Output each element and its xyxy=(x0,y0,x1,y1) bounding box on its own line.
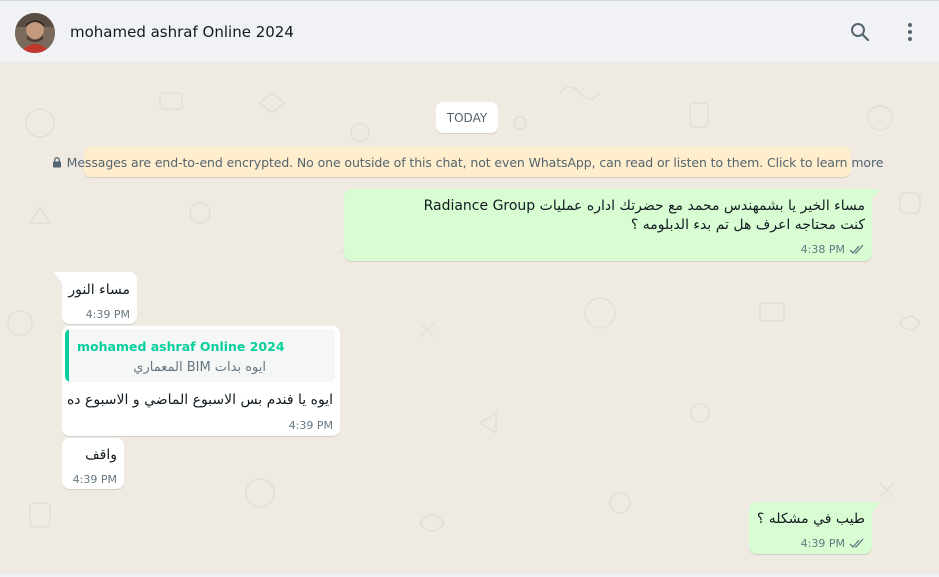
message-text: مساء الخير يا بشمهندس محمد مع حضرتك ادار… xyxy=(423,198,865,214)
message-text: طيب في مشكله ؟ xyxy=(756,511,865,527)
bubble-tail xyxy=(872,502,880,513)
date-divider: TODAY xyxy=(436,102,498,133)
quote-accent-bar xyxy=(65,329,69,382)
message-time: 4:39 PM xyxy=(288,419,333,432)
contact-name[interactable]: mohamed ashraf Online 2024 xyxy=(70,23,294,41)
message-bubble-incoming[interactable]: واقف 4:39 PM xyxy=(62,438,124,489)
double-check-icon xyxy=(849,244,865,255)
message-meta: 4:39 PM xyxy=(86,308,130,321)
message-text: مساء النور xyxy=(68,282,130,298)
chat-window: mohamed ashraf Online 2024 TODAY Message… xyxy=(0,0,939,577)
bubble-tail xyxy=(54,272,62,283)
menu-button[interactable] xyxy=(896,18,924,46)
message-text: ايوه يا فندم بس الاسبوع الماضي و الاسبوع… xyxy=(66,392,333,408)
message-bubble-outgoing[interactable]: طيب في مشكله ؟ 4:39 PM xyxy=(749,502,880,554)
message-meta: 4:38 PM xyxy=(801,243,865,256)
encryption-notice-text: Messages are end-to-end encrypted. No on… xyxy=(66,154,884,170)
message-time: 4:39 PM xyxy=(85,308,130,321)
message-text: واقف xyxy=(85,447,117,463)
chat-wallpaper xyxy=(7,86,921,532)
more-vertical-icon xyxy=(908,23,912,41)
quoted-author: mohamed ashraf Online 2024 xyxy=(77,339,285,354)
bubble-tail xyxy=(872,189,880,200)
avatar[interactable] xyxy=(15,13,55,53)
message-time: 4:38 PM xyxy=(800,243,845,256)
message-bubble-incoming[interactable]: مساء النور 4:39 PM xyxy=(54,272,137,324)
message-time: 4:39 PM xyxy=(800,537,845,550)
message-bubble-outgoing[interactable]: مساء الخير يا بشمهندس محمد مع حضرتك ادار… xyxy=(344,189,880,261)
chat-header: mohamed ashraf Online 2024 xyxy=(0,0,939,63)
search-icon xyxy=(851,23,870,42)
lock-icon xyxy=(52,156,62,168)
message-meta: 4:39 PM xyxy=(73,473,117,486)
quoted-message[interactable]: mohamed ashraf Online 2024 ايوه بدات BIM… xyxy=(65,329,335,382)
double-check-icon xyxy=(849,538,865,549)
message-text: كنت محتاجه اعرف هل تم بدء الدبلومه ؟ xyxy=(630,217,865,233)
message-meta: 4:39 PM xyxy=(801,537,865,550)
message-bubble-incoming-reply[interactable]: mohamed ashraf Online 2024 ايوه بدات BIM… xyxy=(62,326,340,436)
quoted-text: ايوه بدات BIM المعماري xyxy=(133,360,266,375)
encryption-notice[interactable]: Messages are end-to-end encrypted. No on… xyxy=(52,147,883,177)
message-time: 4:39 PM xyxy=(72,473,117,486)
avatar-photo-icon xyxy=(15,13,55,53)
message-meta: 4:39 PM xyxy=(289,419,333,432)
search-button[interactable] xyxy=(846,18,874,46)
